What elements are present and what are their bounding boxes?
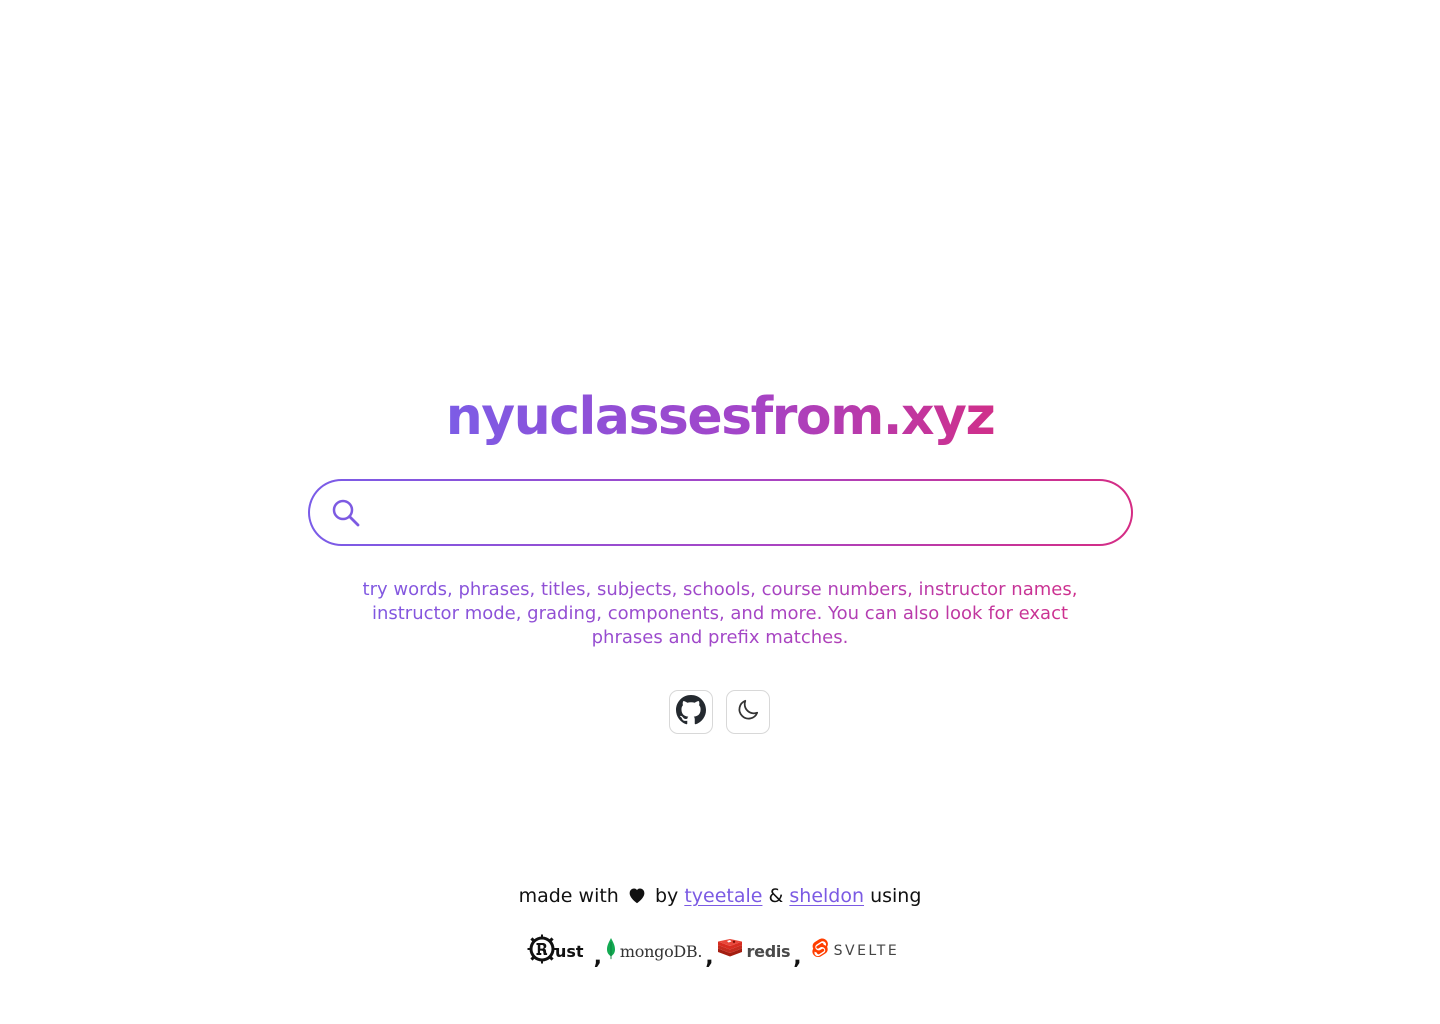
svelte-icon [810, 938, 830, 964]
author-link-sheldon[interactable]: sheldon [789, 885, 864, 907]
heart-icon [627, 883, 647, 913]
github-button[interactable] [669, 690, 713, 734]
footer-ampersand: & [768, 885, 784, 907]
redis-icon [717, 938, 743, 964]
mongodb-label: mongoDB. [619, 941, 703, 961]
search-input[interactable] [374, 480, 1101, 545]
footer-credits: made with by tyeetale & sheldon using [0, 881, 1440, 913]
rust-icon [527, 934, 557, 968]
redis-logo[interactable]: redis [717, 938, 791, 964]
github-icon [676, 695, 706, 729]
mongodb-logo[interactable]: mongoDB. [605, 937, 702, 965]
mongodb-leaf-icon [605, 937, 617, 965]
page-title: nyuclassesfrom.xyz [0, 385, 1440, 449]
moon-icon [735, 697, 761, 727]
page: nyuclassesfrom.xyz try words, phrases, t… [0, 0, 1440, 1024]
rust-logo[interactable]: ust [527, 934, 584, 968]
footer-suffix: using [870, 885, 922, 907]
search-bar[interactable] [308, 479, 1133, 546]
site-title: nyuclassesfrom.xyz [445, 387, 996, 447]
redis-label: redis [746, 941, 791, 961]
action-buttons [669, 690, 770, 734]
author-link-tyeetale[interactable]: tyeetale [684, 885, 762, 907]
rust-label: ust [555, 941, 584, 961]
tech-separator: , [793, 944, 802, 970]
svelte-label: SVELTE [833, 943, 900, 959]
search-icon [330, 497, 362, 529]
svelte-logo[interactable]: SVELTE [810, 938, 900, 964]
theme-toggle-button[interactable] [726, 690, 770, 734]
tech-separator: , [593, 944, 602, 970]
footer-prefix: made with [518, 885, 619, 907]
tech-separator: , [705, 944, 714, 970]
tech-stack: ust , mongoDB. , redis , SVELTE [527, 934, 900, 970]
search-hint: try words, phrases, titles, subjects, sc… [360, 578, 1080, 650]
footer-by: by [654, 885, 679, 907]
search-bar-inner [310, 480, 1131, 545]
